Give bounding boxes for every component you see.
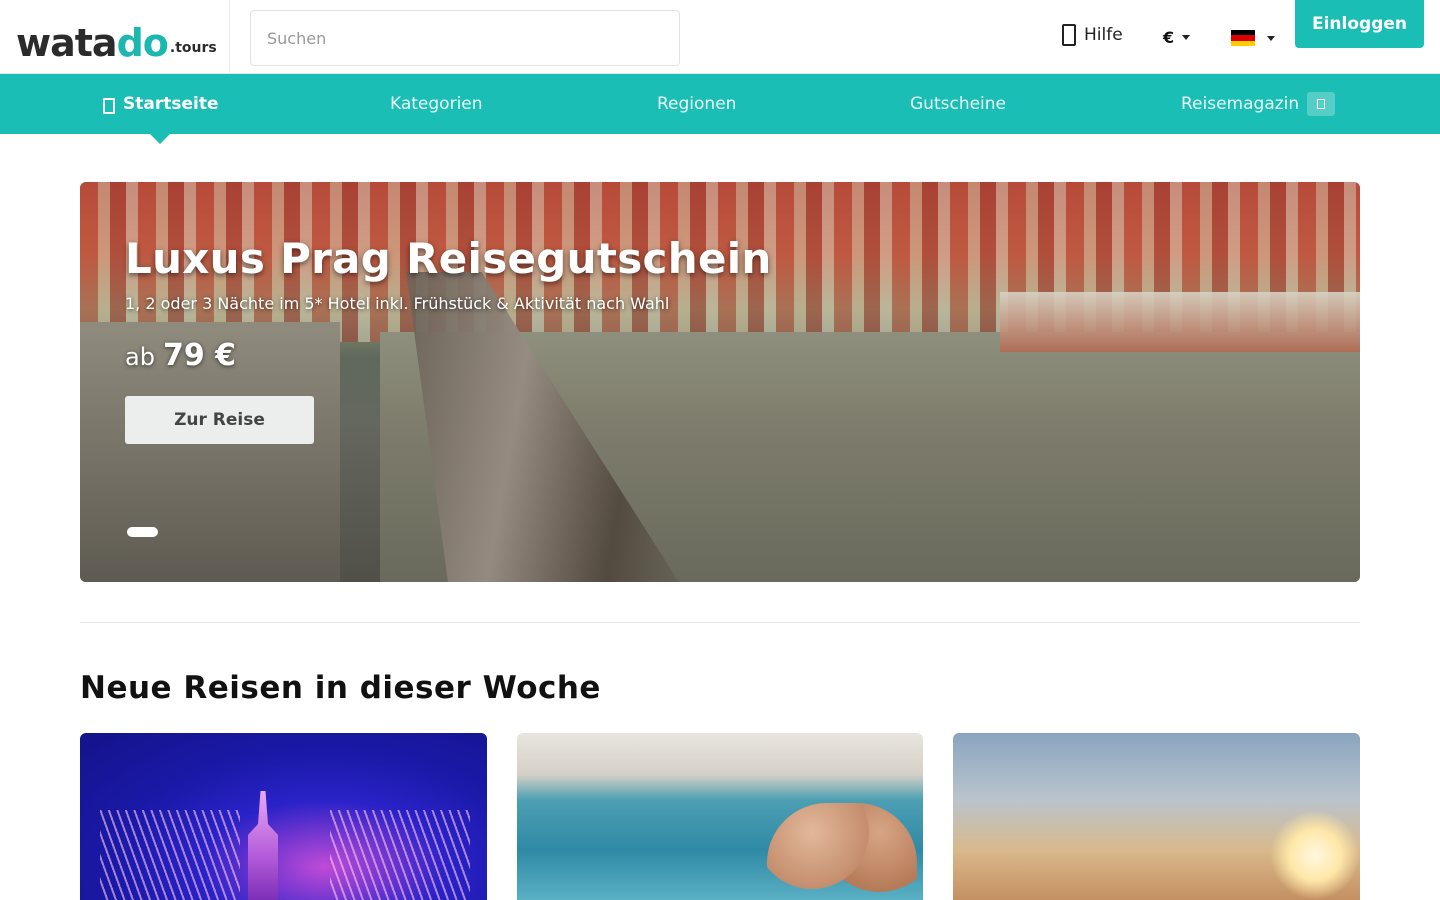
- nav-label: Gutscheine: [910, 94, 1007, 114]
- main-navigation: Startseite Kategorien Regionen Gutschein…: [0, 74, 1440, 134]
- logo-suffix: .tours: [169, 40, 217, 56]
- phone-icon: [1062, 24, 1076, 46]
- trip-card[interactable]: [953, 733, 1360, 900]
- hero-slider[interactable]: Luxus Prag Reisegutschein 1, 2 oder 3 Nä…: [80, 182, 1360, 582]
- fireworks-decor: [100, 810, 240, 900]
- help-label: Hilfe: [1084, 25, 1123, 45]
- currency-symbol: €: [1163, 28, 1175, 47]
- currency-dropdown[interactable]: €: [1163, 28, 1191, 47]
- nav-item-regionen[interactable]: Regionen: [657, 74, 736, 134]
- section-divider: [80, 622, 1360, 623]
- nav-item-startseite[interactable]: Startseite: [103, 74, 218, 134]
- german-flag-icon: [1231, 30, 1255, 46]
- header-divider: [229, 0, 230, 73]
- trip-card[interactable]: [517, 733, 923, 900]
- logo-wordmark: watado: [16, 21, 169, 65]
- nav-label: Regionen: [657, 94, 737, 114]
- help-link[interactable]: Hilfe: [1062, 24, 1123, 46]
- fireworks-decor: [330, 810, 470, 900]
- watado-logo[interactable]: watado .tours: [16, 12, 217, 65]
- top-header: watado .tours Suchen Hilfe € Einloggen: [0, 0, 1440, 74]
- nav-item-kategorien[interactable]: Kategorien: [390, 74, 483, 134]
- zur-reise-button[interactable]: Zur Reise: [125, 396, 314, 444]
- nav-label: Reisemagazin: [1181, 94, 1300, 114]
- couple-whirlpool-image: [767, 803, 917, 900]
- home-icon: [103, 98, 115, 114]
- language-dropdown[interactable]: [1231, 30, 1275, 46]
- slider-dot-active[interactable]: [127, 527, 158, 537]
- hero-title: Luxus Prag Reisegutschein: [125, 234, 772, 283]
- nav-label: Kategorien: [390, 94, 483, 114]
- price-prefix: ab: [125, 343, 155, 371]
- hero-price: ab 79 €: [125, 338, 236, 373]
- search-input[interactable]: Suchen: [250, 10, 680, 66]
- hero-riverbank: [1000, 292, 1360, 352]
- castle-image: [248, 791, 278, 900]
- nav-label: Startseite: [123, 94, 219, 114]
- section-title: Neue Reisen in dieser Woche: [80, 670, 601, 706]
- hero-subtitle: 1, 2 oder 3 Nächte im 5* Hotel inkl. Frü…: [125, 294, 670, 313]
- login-button[interactable]: Einloggen: [1295, 0, 1424, 48]
- price-amount: 79 €: [162, 338, 237, 373]
- nav-item-gutscheine[interactable]: Gutscheine: [910, 74, 1006, 134]
- active-nav-pointer: [149, 133, 171, 144]
- nav-item-reisemagazin[interactable]: Reisemagazin: [1181, 74, 1336, 134]
- chevron-down-icon: [1267, 35, 1275, 41]
- trip-card[interactable]: [80, 733, 487, 900]
- magazine-icon: [1307, 92, 1336, 116]
- chevron-down-icon: [1182, 35, 1191, 40]
- sunset-image: [1270, 810, 1360, 900]
